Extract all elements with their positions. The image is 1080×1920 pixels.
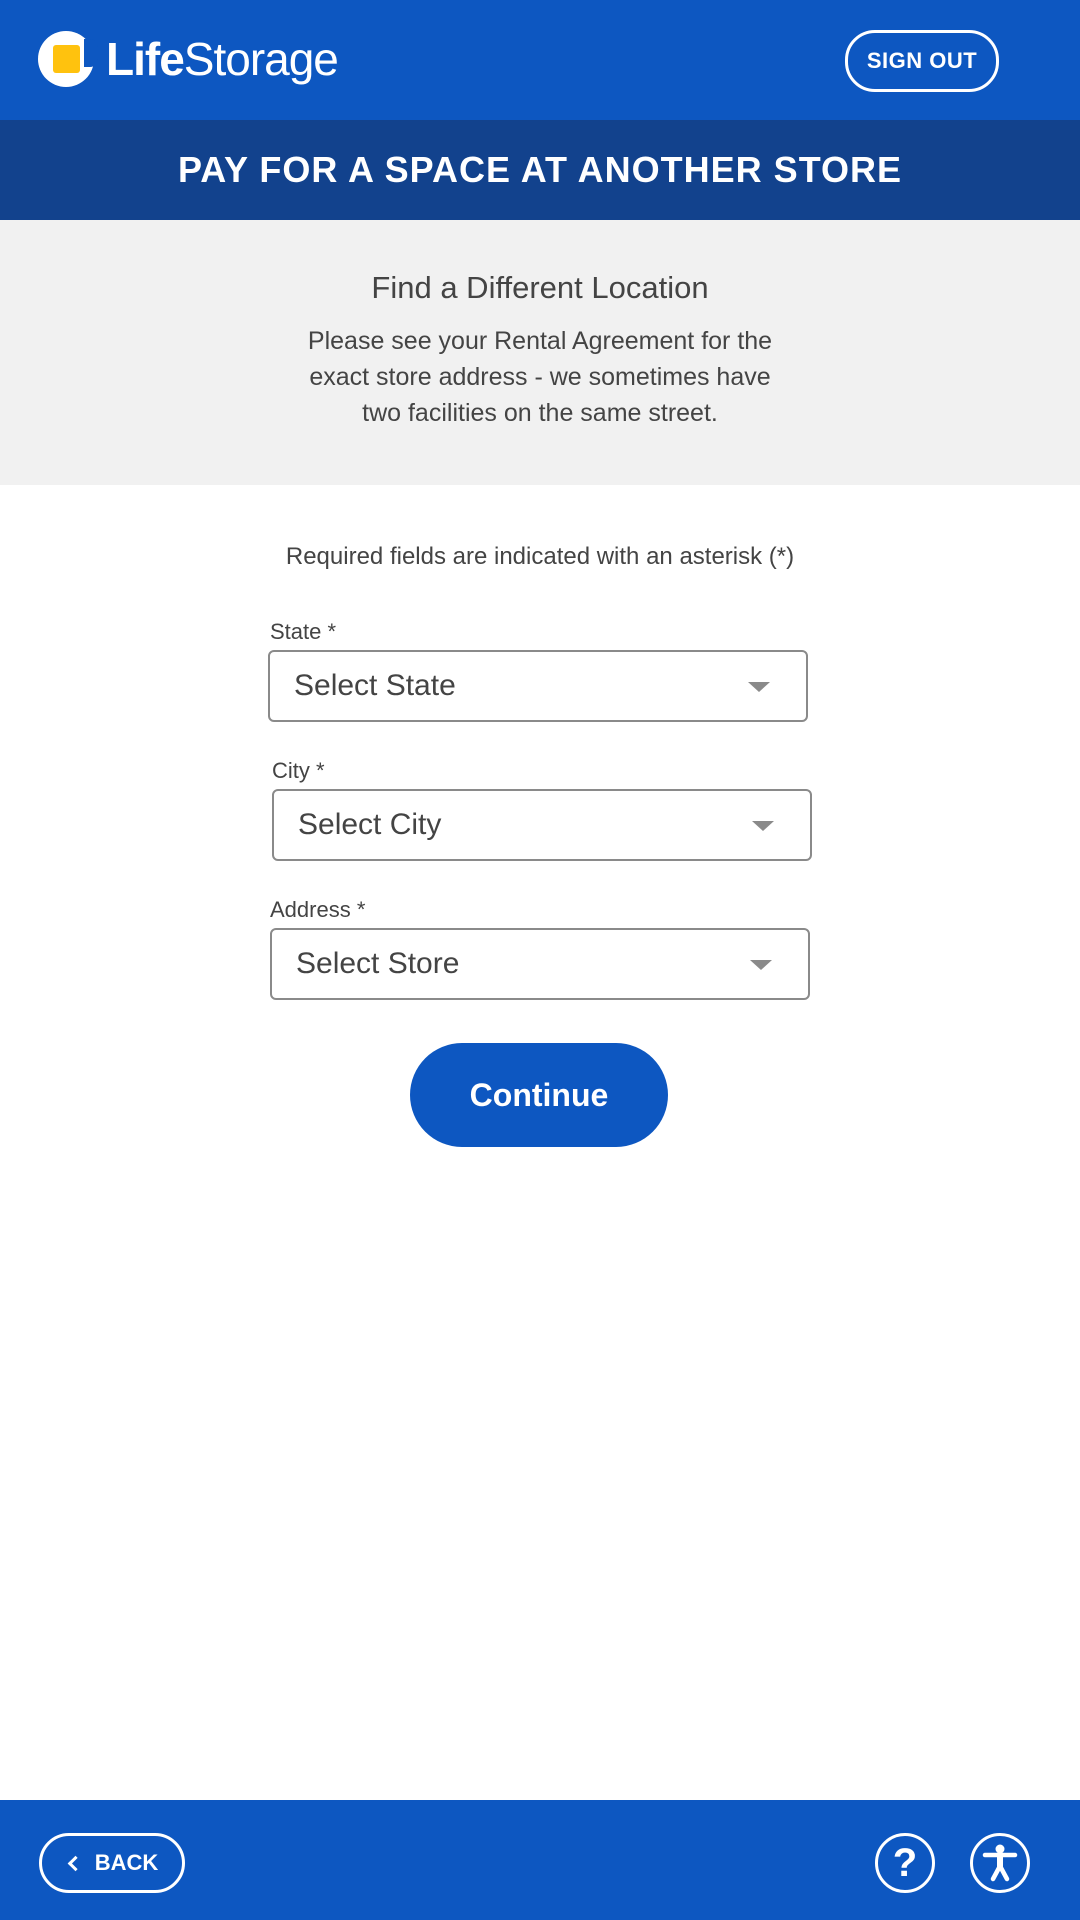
chevron-down-icon — [748, 682, 770, 692]
sign-out-button[interactable]: SIGN OUT — [845, 30, 999, 92]
help-button[interactable]: ? — [875, 1833, 935, 1893]
info-panel: Find a Different Location Please see you… — [0, 220, 1080, 485]
chevron-left-icon — [67, 1855, 83, 1871]
address-select-value: Select Store — [296, 947, 460, 980]
state-select-value: Select State — [294, 669, 456, 702]
footer-bar: BACK ? — [0, 1800, 1080, 1920]
info-text: Please see your Rental Agreement for the… — [307, 327, 773, 427]
brand-logo[interactable]: LifeStorage — [38, 28, 339, 90]
brand-name-bold: Life — [106, 33, 185, 85]
state-select[interactable]: Select State — [268, 650, 808, 722]
chevron-down-icon — [752, 821, 774, 831]
city-label: City * — [272, 758, 325, 783]
required-fields-note: Required fields are indicated with an as… — [285, 543, 795, 570]
state-label: State * — [270, 619, 337, 644]
brand-name: LifeStorage — [106, 33, 339, 85]
back-button[interactable]: BACK — [39, 1833, 185, 1893]
chevron-down-icon — [750, 960, 772, 970]
continue-button[interactable]: Continue — [410, 1043, 668, 1147]
city-select[interactable]: Select City — [272, 789, 812, 861]
page-title: PAY FOR A SPACE AT ANOTHER STORE — [177, 149, 903, 190]
accessibility-icon — [982, 1844, 1018, 1882]
title-banner: PAY FOR A SPACE AT ANOTHER STORE — [0, 120, 1080, 220]
accessibility-button[interactable] — [970, 1833, 1030, 1893]
help-icon: ? — [892, 1841, 918, 1885]
back-button-label: BACK — [94, 1850, 159, 1875]
address-label: Address * — [270, 897, 366, 922]
city-select-value: Select City — [298, 808, 442, 841]
info-heading: Find a Different Location — [371, 270, 709, 305]
brand-name-regular: Storage — [183, 33, 339, 85]
top-header: LifeStorage SIGN OUT — [0, 0, 1080, 120]
address-select[interactable]: Select Store — [270, 928, 810, 1000]
logo-mark-icon — [38, 31, 98, 87]
